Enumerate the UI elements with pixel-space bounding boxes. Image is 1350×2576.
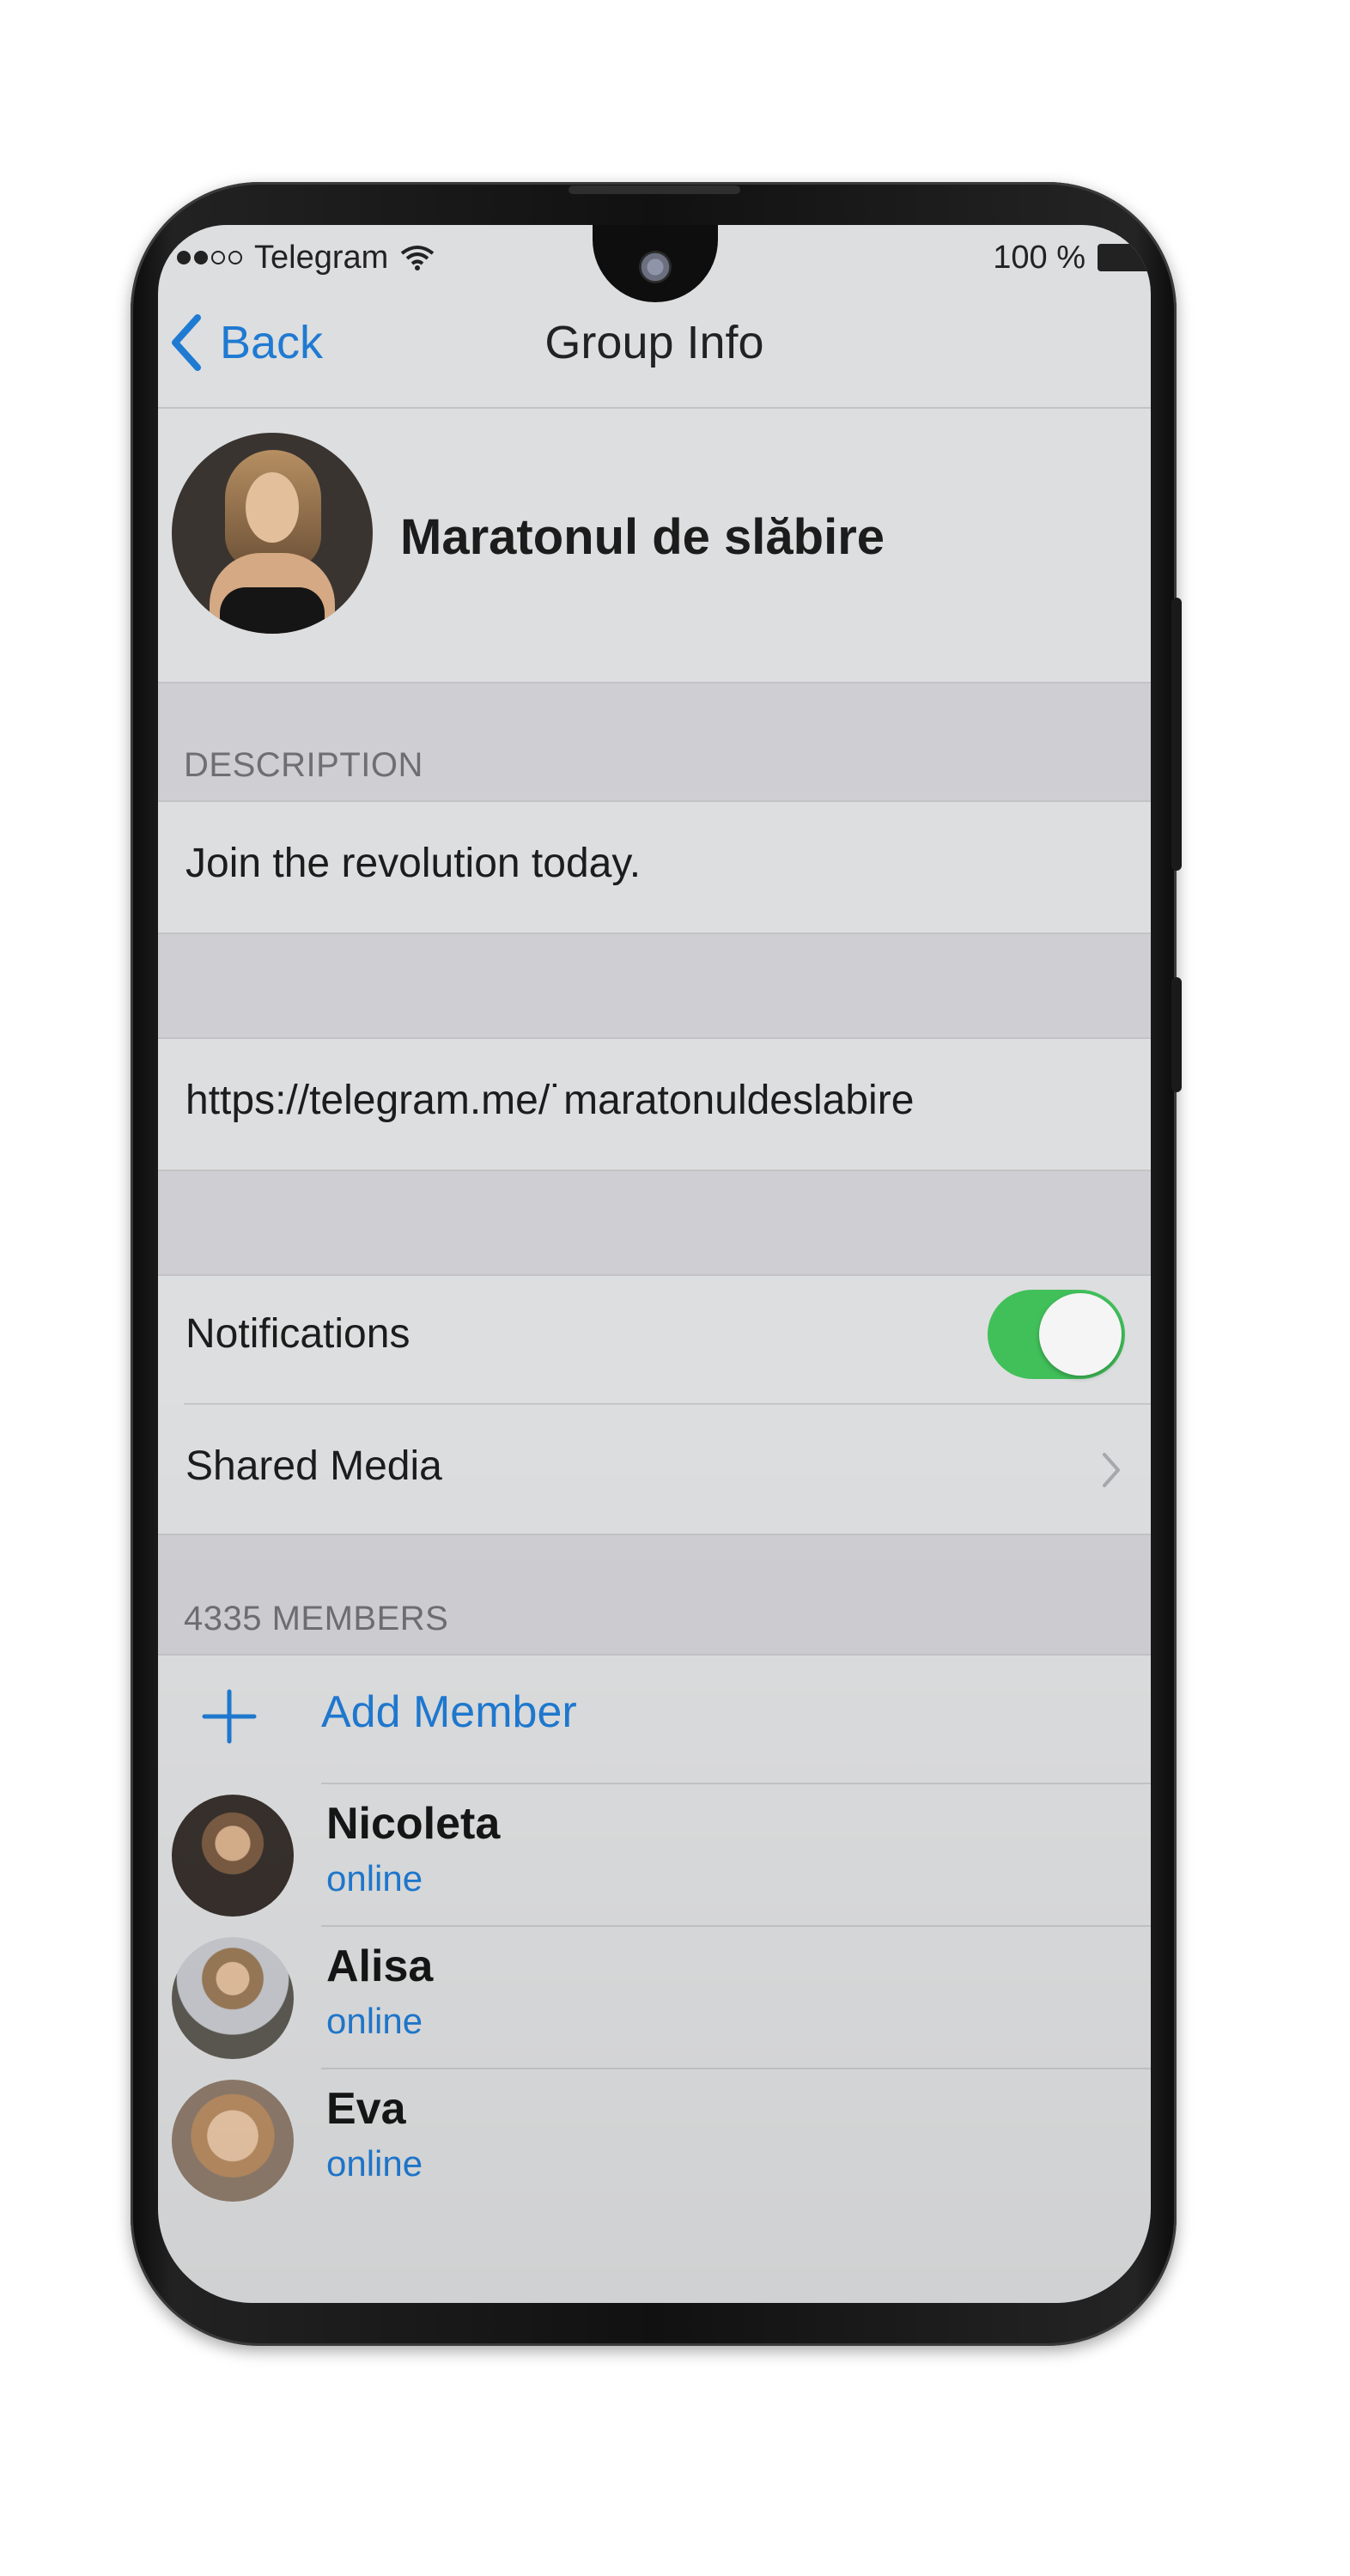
page-title: Group Info — [544, 317, 764, 368]
member-name: Eva — [326, 2084, 406, 2134]
member-status: online — [326, 2001, 423, 2041]
earpiece-speaker — [569, 185, 740, 194]
plus-icon — [202, 1689, 257, 1744]
invite-link[interactable]: https://telegram.me/˙maratonuldeslabire — [185, 1077, 914, 1124]
member-row-eva[interactable]: Eva online — [158, 2069, 1151, 2210]
screen: Telegram 100 % Back Group Info Maratonul… — [158, 225, 1151, 2303]
nav-bar: Back Group Info — [158, 276, 1151, 409]
add-member-button[interactable]: Add Member — [321, 1686, 577, 1738]
group-header: Maratonul de slăbire — [158, 409, 1151, 682]
avatar — [172, 1937, 294, 2059]
section-spacer — [158, 933, 1151, 1039]
member-row-nicoleta[interactable]: Nicoleta online — [158, 1784, 1151, 1925]
member-status: online — [326, 1858, 423, 1899]
avatar — [172, 2080, 294, 2202]
shared-media-label: Shared Media — [185, 1443, 442, 1489]
signal-dot-icon — [228, 251, 242, 264]
notifications-label: Notifications — [185, 1311, 410, 1357]
group-name: Maratonul de slăbire — [400, 509, 885, 565]
notifications-toggle[interactable] — [988, 1290, 1125, 1379]
member-status: online — [326, 2143, 423, 2184]
invite-link-row[interactable]: https://telegram.me/˙maratonuldeslabire — [158, 1037, 1151, 1170]
toggle-knob — [1039, 1293, 1122, 1376]
battery-percent: 100 % — [993, 240, 1085, 276]
notifications-row: Notifications — [158, 1274, 1151, 1403]
section-spacer — [158, 1170, 1151, 1276]
battery-icon — [1098, 244, 1151, 271]
member-name: Nicoleta — [326, 1799, 501, 1849]
member-name: Alisa — [326, 1941, 434, 1991]
volume-button — [1171, 598, 1182, 871]
section-label: DESCRIPTION — [184, 746, 423, 784]
members-section-header: 4335 MEMBERS — [158, 1534, 1151, 1656]
power-button — [1171, 977, 1182, 1092]
avatar — [172, 1795, 294, 1917]
signal-dot-icon — [194, 251, 208, 264]
member-row-alisa[interactable]: Alisa online — [158, 1927, 1151, 2068]
shared-media-row[interactable]: Shared Media — [158, 1405, 1151, 1534]
description-row: Join the revolution today. — [158, 800, 1151, 933]
description-section-header: DESCRIPTION — [158, 682, 1151, 802]
description-text: Join the revolution today. — [185, 841, 642, 886]
chevron-right-icon — [1103, 1453, 1120, 1487]
group-avatar[interactable] — [172, 433, 373, 634]
add-member-row[interactable]: Add Member — [158, 1654, 1151, 1783]
members-count-label: 4335 MEMBERS — [184, 1600, 449, 1637]
wifi-icon — [401, 246, 435, 270]
carrier-name: Telegram — [254, 240, 389, 276]
signal-dot-icon — [211, 251, 225, 264]
signal-dot-icon — [177, 251, 191, 264]
